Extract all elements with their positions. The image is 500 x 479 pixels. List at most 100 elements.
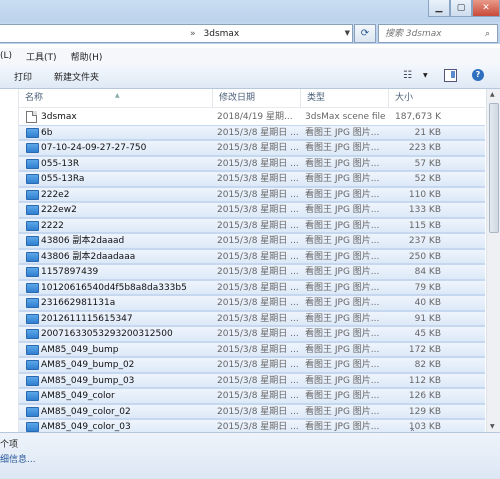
file-row[interactable]: 055-13R 2015/3/8 星期日 ... 看图王 JPG 图片... 57 K… [19, 155, 485, 171]
file-size: 45 KB [414, 329, 441, 339]
file-type: 看图王 JPG 图片... [305, 344, 380, 355]
file-row[interactable]: 20071633053293200312500 2015/3/8 星期日 ... 看… [19, 326, 485, 342]
view-dropdown-icon[interactable]: ▼ [423, 72, 428, 79]
file-date: 2015/3/8 星期日 ... [217, 375, 299, 386]
file-size: 91 KB [414, 313, 441, 324]
file-row[interactable]: 43806 副本2daaad 2015/3/8 星期日 ... 看图王 JPG 图片… [19, 233, 485, 249]
file-date: 2015/3/8 星期日 ... [217, 422, 299, 432]
file-size: 126 KB [408, 391, 441, 401]
file-row[interactable]: AM85_049_bump_02 2015/3/8 星期日 ... 看图王 JPG … [19, 357, 485, 373]
jpg-file-icon [26, 158, 39, 169]
file-row[interactable]: AM85_049_bump_03 2015/3/8 星期日 ... 看图王 JPG … [19, 372, 485, 388]
minimize-button[interactable]: ▁ [428, 0, 450, 17]
jpg-file-icon [26, 406, 39, 417]
file-name: AM85_049_bump_03 [41, 375, 135, 386]
file-type: 看图王 JPG 图片... [305, 313, 380, 324]
new-folder-button[interactable]: 新建文件夹 [54, 70, 99, 83]
jpg-file-icon [26, 313, 39, 324]
file-row[interactable]: 231662981131a 2015/3/8 星期日 ... 看图王 JPG 图片.… [19, 295, 485, 311]
file-date: 2015/3/8 星期日 ... [217, 313, 299, 324]
file-row[interactable]: 055-13Ra 2015/3/8 星期日 ... 看图王 JPG 图片... 52 … [19, 171, 485, 187]
file-size: 187,673 KB [395, 112, 441, 122]
file-row[interactable]: 2222 2015/3/8 星期日 ... 看图王 JPG 图片... 115 KB [19, 217, 485, 233]
breadcrumb-current[interactable]: 3dsmax [204, 29, 240, 39]
scrollbar-thumb[interactable] [489, 103, 499, 233]
menu-item-tools[interactable]: 工具(T) [26, 50, 57, 63]
jpg-file-icon [26, 391, 39, 401]
column-type-label: 类型 [307, 93, 326, 103]
address-field[interactable]: » 3dsmax ▼ [0, 24, 353, 43]
file-date: 2015/3/8 星期日 ... [217, 360, 299, 370]
file-type: 看图王 JPG 图片... [305, 143, 380, 153]
file-size: 223 KB [408, 143, 441, 153]
file-name: 055-13Ra [41, 174, 85, 184]
file-name: 6b [41, 127, 53, 138]
file-size: 57 KB [414, 158, 441, 169]
file-type: 看图王 JPG 图片... [305, 375, 380, 386]
column-date-label: 修改日期 [219, 93, 256, 103]
search-box[interactable]: ⌕ [378, 24, 498, 43]
jpg-file-icon [26, 205, 39, 215]
jpg-file-icon [26, 282, 39, 293]
column-size[interactable]: 大小 [389, 89, 447, 107]
file-name: AM85_049_color_02 [41, 406, 131, 417]
scroll-up-icon[interactable]: ▲ [490, 91, 495, 98]
file-date: 2015/3/8 星期日 ... [217, 220, 299, 231]
file-size: 103 KB [408, 422, 441, 432]
file-size: 40 KB [414, 298, 441, 308]
column-type[interactable]: 类型 [301, 89, 389, 107]
print-button[interactable]: 打印 [14, 70, 32, 83]
column-date[interactable]: 修改日期 [213, 89, 301, 107]
maximize-button[interactable]: ▢ [450, 0, 472, 17]
file-row[interactable]: 6b 2015/3/8 星期日 ... 看图王 JPG 图片... 21 KB [19, 124, 485, 140]
file-row[interactable]: 2012611115615347 2015/3/8 星期日 ... 看图王 JPG … [19, 310, 485, 326]
jpg-file-icon [26, 143, 39, 153]
jpg-file-icon [26, 236, 39, 246]
file-row[interactable]: 222ew2 2015/3/8 星期日 ... 看图王 JPG 图片... 133 K… [19, 202, 485, 218]
file-row[interactable]: 1157897439 2015/3/8 星期日 ... 看图王 JPG 图片... 8… [19, 264, 485, 280]
column-name[interactable]: 名称 ▲ [19, 89, 213, 107]
jpg-file-icon [26, 189, 39, 200]
file-date: 2015/3/8 星期日 ... [217, 282, 299, 293]
view-options-icon[interactable]: ☷ [403, 70, 412, 81]
file-row[interactable]: AM85_049_color_02 2015/3/8 星期日 ... 看图王 JPG… [19, 403, 485, 419]
file-type: 看图王 JPG 图片... [305, 422, 380, 432]
vertical-scrollbar[interactable]: ▲ ▼ [486, 89, 500, 432]
file-type: 看图王 JPG 图片... [305, 251, 380, 262]
details-collapse-icon[interactable]: ⌃ [409, 428, 416, 437]
file-type: 看图王 JPG 图片... [305, 174, 380, 184]
file-date: 2015/3/8 星期日 ... [217, 158, 299, 169]
file-date: 2015/3/8 星期日 ... [217, 143, 299, 153]
jpg-file-icon [26, 360, 39, 370]
file-size: 110 KB [408, 189, 441, 200]
file-size: 250 KB [408, 251, 441, 262]
file-row[interactable]: 43806 副本2daadaaa 2015/3/8 星期日 ... 看图王 JPG … [19, 248, 485, 264]
file-type: 看图王 JPG 图片... [305, 298, 380, 308]
menu-item-view[interactable]: (L) [0, 51, 12, 61]
close-button[interactable]: ✕ [472, 0, 500, 17]
show-more-details-link[interactable]: 细信息... [0, 452, 36, 465]
navigation-pane[interactable] [0, 89, 19, 432]
preview-pane-icon[interactable] [444, 69, 457, 82]
file-row[interactable]: AM85_049_bump 2015/3/8 星期日 ... 看图王 JPG 图片.… [19, 341, 485, 357]
menu-item-help[interactable]: 帮助(H) [71, 50, 103, 63]
file-size: 84 KB [414, 267, 441, 277]
search-input[interactable] [383, 27, 483, 40]
file-row[interactable]: 07-10-24-09-27-27-750 2015/3/8 星期日 ... 看图王… [19, 140, 485, 156]
file-type: 看图王 JPG 图片... [305, 329, 380, 339]
search-icon[interactable]: ⌕ [485, 29, 490, 39]
file-name: 20071633053293200312500 [41, 329, 173, 339]
file-row[interactable]: 222e2 2015/3/8 星期日 ... 看图王 JPG 图片... 110 KB [19, 186, 485, 202]
file-type: 看图王 JPG 图片... [305, 406, 380, 417]
file-row[interactable]: 3dsmax 2018/4/19 星期... 3dsMax scene file 18… [19, 109, 485, 125]
file-row[interactable]: AM85_049_color 2015/3/8 星期日 ... 看图王 JPG 图片… [19, 388, 485, 404]
file-type: 看图王 JPG 图片... [305, 360, 380, 370]
help-icon[interactable]: ? [472, 69, 484, 81]
address-dropdown-icon[interactable]: ▼ [345, 29, 350, 37]
file-date: 2015/3/8 星期日 ... [217, 329, 299, 339]
file-type: 3dsMax scene file [305, 112, 386, 122]
breadcrumb-separator: » [190, 28, 196, 39]
file-row[interactable]: 10120616540d4f5b8a8da333b5 2015/3/8 星期日 .… [19, 279, 485, 295]
scroll-down-icon[interactable]: ▼ [490, 423, 495, 430]
refresh-button[interactable]: ⟳ [354, 24, 376, 43]
